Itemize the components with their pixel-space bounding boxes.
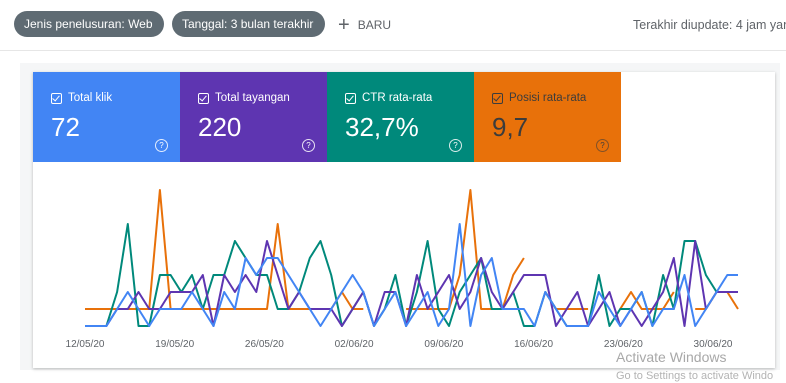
series-line-1-segment-0	[85, 240, 738, 327]
performance-line-chart: 12/05/20 19/05/20 26/05/20 02/06/20 09/06/20…	[66, 189, 739, 350]
x-tick-label: 16/06/20	[514, 339, 553, 350]
x-tick-label: 26/05/20	[245, 339, 284, 350]
series-line-2-segment-0	[85, 223, 738, 327]
series-line-3-segment-4	[695, 291, 739, 310]
x-tick-label: 12/05/20	[66, 339, 105, 350]
series-line-3-segment-1	[406, 189, 525, 310]
windows-activation-watermark-subtitle: Go to Settings to activate Windo	[616, 370, 774, 382]
windows-activation-watermark-title: Activate Windows	[616, 349, 727, 365]
x-tick-label: 19/05/20	[155, 339, 194, 350]
x-tick-label: 02/06/20	[335, 339, 374, 350]
x-tick-label: 09/06/20	[424, 339, 463, 350]
